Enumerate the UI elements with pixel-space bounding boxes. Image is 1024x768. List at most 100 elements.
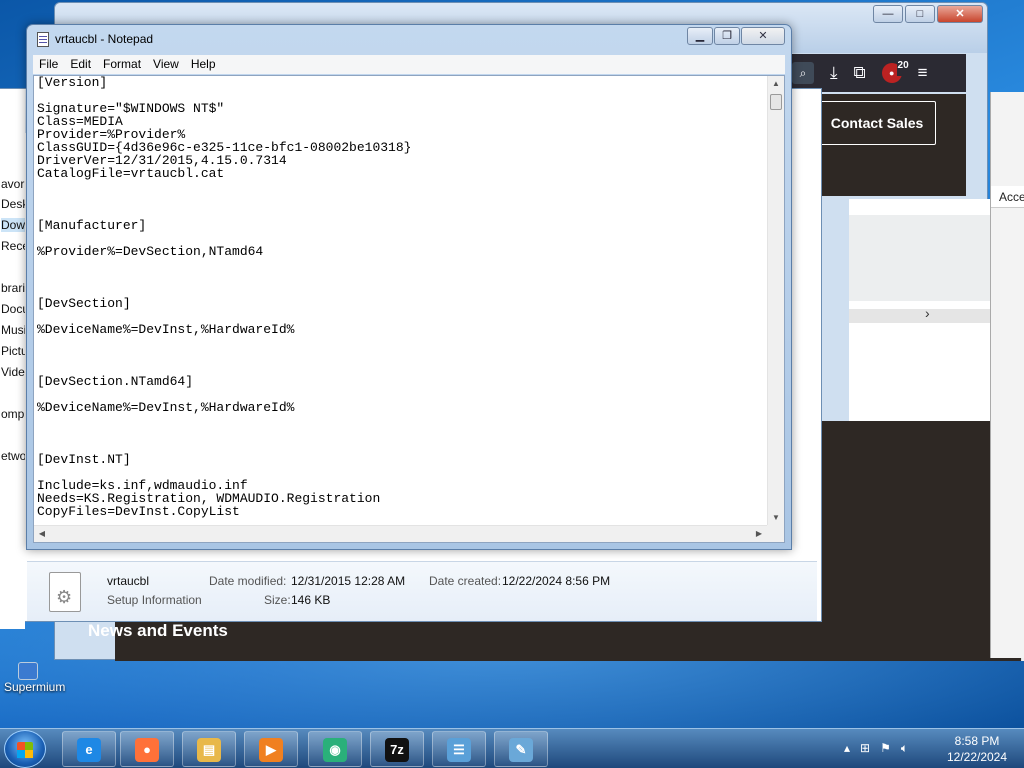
scroll-up-arrow-icon[interactable]: ▲	[768, 76, 784, 92]
nav-item-desktop[interactable]: Desk	[1, 197, 25, 211]
editor-content[interactable]: [Version] Signature="$WINDOWS NT$" Class=M…	[37, 76, 767, 518]
text-line: [DevSection.NTamd64]	[37, 374, 194, 389]
menu-edit[interactable]: Edit	[64, 55, 97, 74]
browser-minimize-button[interactable]: —	[873, 5, 903, 23]
taskbar-firefox[interactable]: ●	[120, 731, 174, 767]
scroll-left-arrow-icon[interactable]: ◀	[34, 526, 50, 542]
desktop: Supermium — □ ✕ ⌄ ⌕ ⤓ ⧉ ●20 ≡ Contact Sa…	[0, 0, 1024, 728]
taskbar-notepad[interactable]: ☰	[432, 731, 486, 767]
text-line	[37, 349, 767, 362]
nav-item-pictures[interactable]: Pictu	[1, 344, 25, 358]
browser-maximize-button[interactable]: □	[905, 5, 935, 23]
menu-bar: File Edit Format View Help	[33, 55, 785, 74]
7zip-icon: 7z	[385, 738, 409, 762]
taskbar: e ● ▤ ▶ ◉ 7z ☰ ✎ ▴ ⊞ ⚑ 🔈︎ 8:58 PM 12/22/2024	[0, 728, 1024, 768]
taskbar-7zip[interactable]: 7z	[370, 731, 424, 767]
text-line: [Manufacturer]	[37, 218, 147, 233]
action-center-flag-icon[interactable]: ⚑	[880, 741, 891, 756]
desktop-icon-supermium[interactable]: Supermium	[4, 662, 74, 694]
text-line: CopyFiles=DevInst.CopyList	[37, 504, 240, 518]
nav-item-favorites[interactable]: avorit	[1, 177, 25, 191]
menu-format[interactable]: Format	[97, 55, 147, 74]
menu-file[interactable]: File	[33, 55, 64, 74]
clock[interactable]: 8:58 PM 12/22/2024	[940, 733, 1014, 765]
file-name: vrtaucbl	[107, 574, 150, 588]
taskbar-internet-explorer[interactable]: e	[62, 731, 116, 767]
nav-item-downloads[interactable]: Dow	[1, 218, 25, 232]
windows-logo-icon	[17, 742, 33, 758]
nav-item-videos[interactable]: Vide	[1, 365, 25, 379]
contact-sales-button[interactable]: Contact Sales	[818, 101, 936, 145]
text-line: [Version]	[37, 76, 108, 90]
date-created-value: 12/22/2024 8:56 PM	[502, 574, 611, 588]
menu-view[interactable]: View	[147, 55, 185, 74]
notepad-icon	[37, 32, 49, 47]
notepad-titlebar[interactable]: vrtaucbl - Notepad ▁ ❐ ✕	[27, 25, 791, 53]
text-line: %Provider%=DevSection,NTamd64	[37, 244, 264, 259]
vertical-scrollbar-thumb[interactable]	[770, 94, 782, 110]
nav-item-documents[interactable]: Docu	[1, 302, 25, 316]
scroll-down-arrow-icon[interactable]: ▼	[768, 510, 784, 526]
navigation-pane: avorit Desk Dow Rece brarie Docu Musi Pi…	[0, 89, 25, 629]
date-modified-label: Date modified:	[209, 574, 287, 588]
notepad-window: vrtaucbl - Notepad ▁ ❐ ✕ File Edit Forma…	[26, 24, 792, 550]
browser-close-button[interactable]: ✕	[937, 5, 983, 23]
file-explorer-icon: ▤	[197, 738, 221, 762]
taskbar-media-player[interactable]: ▶	[244, 731, 298, 767]
network-icon[interactable]: ⊞	[860, 741, 870, 756]
text-line	[37, 180, 767, 193]
text-line	[37, 440, 767, 453]
extension-badge-icon[interactable]: ● 20	[881, 56, 910, 83]
text-editor[interactable]: [Version] Signature="$WINDOWS NT$" Class=M…	[33, 75, 785, 543]
script-editor-icon: ✎	[509, 738, 533, 762]
start-button[interactable]	[4, 730, 46, 768]
scrollbar-corner	[767, 525, 784, 542]
text-line: CatalogFile=vrtaucbl.cat	[37, 166, 225, 181]
text-line	[37, 427, 767, 440]
search-icon[interactable]: ⌕	[792, 62, 814, 84]
text-line: [DevSection]	[37, 296, 131, 311]
show-hidden-icons-icon[interactable]: ▴	[844, 741, 850, 756]
chevron-right-icon[interactable]: ›	[925, 305, 930, 321]
details-pane: vrtaucbl Setup Information Date modified…	[27, 561, 817, 621]
vertical-scrollbar[interactable]: ▲ ▼	[767, 76, 784, 526]
text-line: %DeviceName%=DevInst,%HardwareId%	[37, 322, 295, 337]
side-panel: Acce	[990, 92, 1024, 658]
text-line: %DeviceName%=DevInst,%HardwareId%	[37, 400, 295, 415]
text-line	[37, 271, 767, 284]
extensions-icon[interactable]: ⧉	[854, 63, 866, 83]
nav-item-network[interactable]: etwo	[1, 449, 25, 463]
taskbar-media-center[interactable]: ◉	[308, 731, 362, 767]
notepad-icon: ☰	[447, 738, 471, 762]
close-button[interactable]: ✕	[741, 27, 785, 45]
nav-item-libraries[interactable]: brarie	[1, 281, 25, 295]
window-title: vrtaucbl - Notepad	[55, 32, 154, 46]
media-center-icon: ◉	[323, 738, 347, 762]
content-panel	[849, 215, 993, 301]
nav-item-computer[interactable]: ompu	[1, 407, 25, 421]
menu-icon[interactable]: ≡	[918, 63, 928, 83]
nav-item-recent[interactable]: Rece	[1, 239, 25, 253]
system-tray: ▴ ⊞ ⚑ 🔈︎	[844, 741, 908, 756]
volume-muted-icon[interactable]: 🔈︎	[901, 741, 908, 756]
text-line	[37, 414, 767, 427]
horizontal-scrollbar[interactable]: ◀ ▶	[34, 525, 767, 542]
menu-help[interactable]: Help	[185, 55, 222, 74]
nav-item-music[interactable]: Musi	[1, 323, 25, 337]
date-modified-value: 12/31/2015 12:28 AM	[291, 574, 406, 588]
content-row	[849, 309, 993, 323]
text-line	[37, 284, 767, 297]
taskbar-file-explorer[interactable]: ▤	[182, 731, 236, 767]
scroll-right-arrow-icon[interactable]: ▶	[751, 526, 767, 542]
clock-date: 12/22/2024	[946, 750, 1008, 764]
size-label: Size:	[264, 593, 291, 607]
news-heading: News and Events	[88, 621, 228, 640]
maximize-button[interactable]: ❐	[714, 27, 740, 45]
text-line: [DevInst.NT]	[37, 452, 131, 467]
size-value: 146 KB	[291, 593, 331, 607]
download-icon[interactable]: ⤓	[830, 63, 838, 83]
text-line	[37, 206, 767, 219]
taskbar-script-editor[interactable]: ✎	[494, 731, 548, 767]
minimize-button[interactable]: ▁	[687, 27, 713, 45]
text-line: Signature="$WINDOWS NT$"	[37, 101, 225, 116]
